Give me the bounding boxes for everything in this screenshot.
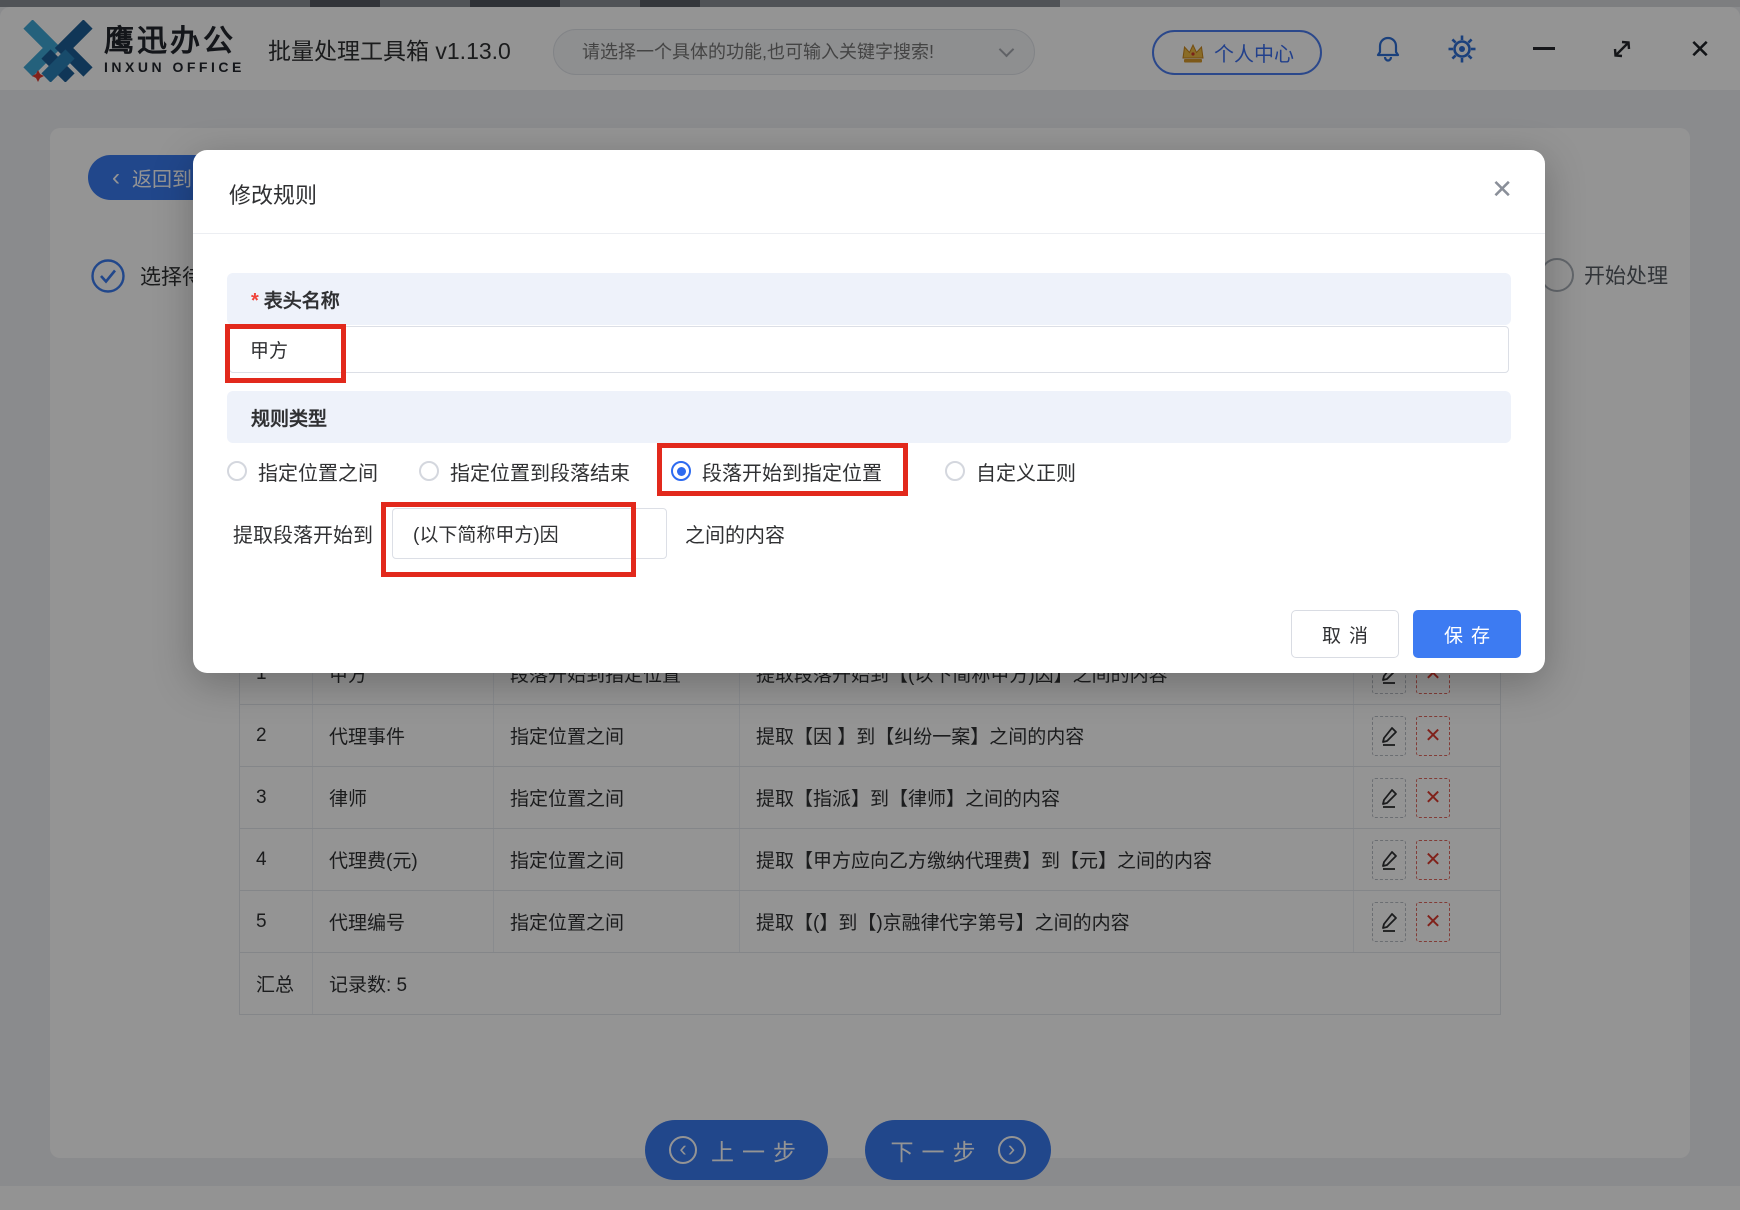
dialog-title: 修改规则 (229, 178, 317, 210)
dialog-footer: 取消 保存 (1291, 610, 1521, 658)
header-name-input[interactable] (229, 326, 1509, 373)
radio-unselected-icon (227, 461, 247, 481)
annotation-box-rule-type (657, 443, 908, 496)
radio-option-label: 指定位置之间 (258, 457, 378, 486)
radio-unselected-icon (945, 461, 965, 481)
divider (193, 233, 1545, 234)
radio-option-1[interactable]: 指定位置之间 (227, 450, 378, 492)
header-name-field-band: * 表头名称 (227, 273, 1511, 325)
cancel-button[interactable]: 取消 (1291, 610, 1399, 658)
extract-suffix-label: 之间的内容 (685, 508, 785, 559)
radio-option-label: 指定位置到段落结束 (450, 457, 630, 486)
app-window: 鹰迅办公 INXUN OFFICE 批量处理工具箱 v1.13.0 个人中心 (0, 0, 1740, 1210)
edit-rule-dialog: 修改规则 ✕ * 表头名称 规则类型 指定位置之间指定位置到段落结束段落开始到指… (193, 150, 1545, 673)
annotation-box-header-name (225, 324, 346, 383)
save-button[interactable]: 保存 (1413, 610, 1521, 658)
radio-option-4[interactable]: 自定义正则 (945, 450, 1076, 492)
rule-type-label: 规则类型 (251, 404, 327, 431)
extract-prefix-label: 提取段落开始到 (233, 508, 373, 559)
radio-option-2[interactable]: 指定位置到段落结束 (419, 450, 630, 492)
rule-type-field-band: 规则类型 (227, 391, 1511, 443)
radio-option-label: 自定义正则 (976, 457, 1076, 486)
annotation-box-extract-input (381, 502, 636, 577)
dialog-close-button[interactable]: ✕ (1491, 174, 1513, 205)
header-name-label: 表头名称 (264, 286, 340, 313)
radio-unselected-icon (419, 461, 439, 481)
required-asterisk: * (251, 290, 259, 313)
